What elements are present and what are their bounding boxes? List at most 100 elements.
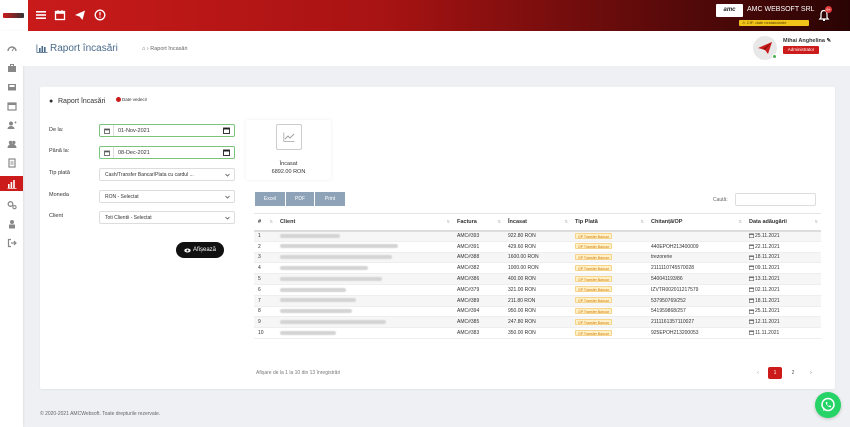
row-number: 7 <box>254 295 276 307</box>
pdf-button[interactable]: PDF <box>286 192 314 206</box>
excel-button[interactable]: Excel <box>255 192 285 206</box>
column-header-amount[interactable]: Încasat ⇅ <box>504 213 571 232</box>
role-badge: Administrator <box>783 46 819 54</box>
bar-chart-icon <box>36 44 48 53</box>
breadcrumb-current: Raport încasări <box>150 46 188 52</box>
sidebar-item-add-user[interactable] <box>0 117 23 132</box>
pagination-page-1[interactable]: 1 <box>768 367 782 379</box>
sidebar-item-inbox[interactable] <box>0 79 23 94</box>
chevron-down-icon <box>225 173 230 177</box>
calendar-icon[interactable] <box>54 9 66 21</box>
blurred-client-name <box>280 244 398 249</box>
row-date: 13.11.2021 <box>745 273 821 285</box>
app-logo[interactable] <box>0 0 28 31</box>
sidebar-item-users[interactable] <box>0 136 23 151</box>
table-row: 5 AMC#386 400.00 RON OP Transfer Bancar 5400… <box>254 273 821 285</box>
help-icon[interactable] <box>94 9 106 21</box>
sidebar-item-settings[interactable] <box>0 197 23 212</box>
column-header-invoice[interactable]: Factura ⇅ <box>453 213 504 232</box>
edit-icon[interactable]: ✎ <box>827 38 832 44</box>
payment-type-select[interactable]: Cash/Transfer Bancar/Plata cu cardul ... <box>99 168 235 181</box>
calendar-picker-icon[interactable] <box>223 127 230 134</box>
show-button[interactable]: Afișează <box>176 242 224 258</box>
stat-value: 6892.00 RON <box>271 169 306 175</box>
card-title: ● Raport încasări <box>49 98 106 105</box>
date-to-value: 08-Dec-2021 <box>118 150 150 156</box>
warning-bar: ⚠ CIF: date nestandarde <box>739 20 809 26</box>
column-header-client[interactable]: Client ⇅ <box>276 213 453 232</box>
client-label: Client <box>49 213 64 219</box>
currency-select[interactable]: RON - Selectat <box>99 190 235 203</box>
company-name[interactable]: AMC WEBSOFT SRL <box>747 6 815 13</box>
row-invoice: AMC#394 <box>453 306 504 318</box>
sidebar-item-briefcase[interactable] <box>0 60 23 75</box>
row-number: 2 <box>254 241 276 253</box>
sidebar <box>0 31 23 427</box>
row-number: 3 <box>254 252 276 264</box>
sidebar-item-calendar[interactable] <box>0 98 23 113</box>
sidebar-item-reports[interactable] <box>0 176 23 191</box>
row-date: 02.11.2021 <box>745 284 821 296</box>
payment-type-badge: OP Transfer Bancar <box>575 318 612 325</box>
dashboard-icon <box>6 45 17 51</box>
sidebar-item-document[interactable] <box>0 155 23 170</box>
row-date: 25.11.2021 <box>745 230 821 242</box>
home-icon[interactable]: ⌂ <box>142 46 145 52</box>
payment-type-badge: OP Transfer Bancar <box>575 232 612 239</box>
copyright: © 2020-2021 AMCWebsoft. Toate drepturile… <box>40 411 161 417</box>
briefcase-icon <box>7 63 16 72</box>
blurred-client-name <box>280 298 356 303</box>
telegram-icon[interactable] <box>74 9 86 21</box>
row-amount: 350.00 RON <box>504 327 571 339</box>
calendar-icon <box>6 101 17 111</box>
payment-type-value: Cash/Transfer Bancar/Plata cu cardul ... <box>105 172 194 178</box>
stat-label: Încasat <box>279 161 298 167</box>
sort-icon: ⇅ <box>564 219 568 224</box>
table-row: 8 AMC#394 950.00 RON OP Transfer Bancar 5419… <box>254 306 821 318</box>
pagination-prev[interactable]: ‹ <box>752 367 764 379</box>
row-receipt: 541959868/257 <box>647 306 745 318</box>
blurred-client-name <box>280 233 340 238</box>
row-invoice: AMC#391 <box>453 241 504 253</box>
column-header-number[interactable]: # ⇅ <box>254 213 276 232</box>
user-name[interactable]: Mihai Anghelina ✎ <box>783 38 831 44</box>
sort-icon: ⇅ <box>497 219 501 224</box>
row-invoice: AMC#383 <box>453 327 504 339</box>
row-invoice: AMC#385 <box>453 316 504 329</box>
row-date-value: 25.11.2021 <box>755 233 780 240</box>
sort-icon: ⇅ <box>269 219 273 224</box>
document-icon <box>7 157 16 168</box>
blurred-client-name <box>280 255 392 260</box>
row-client <box>276 295 453 307</box>
row-payment-type: OP Transfer Bancar <box>571 273 647 285</box>
date-from-field[interactable]: 01-Nov-2021 <box>99 124 235 137</box>
table-row: 7 AMC#389 211.80 RON OP Transfer Bancar 5379… <box>254 295 821 307</box>
calendar-icon <box>749 255 754 260</box>
print-button[interactable]: Print <box>315 192 345 206</box>
blurred-client-name <box>280 265 368 270</box>
sidebar-item-dashboard[interactable] <box>0 41 23 56</box>
pagination-next[interactable]: › <box>805 367 817 379</box>
pagination-page-2[interactable]: 2 <box>787 367 799 379</box>
date-to-field[interactable]: 08-Dec-2021 <box>99 146 235 159</box>
search-input[interactable] <box>735 193 816 206</box>
column-header-receipt[interactable]: Chitanță/OP ⇅ <box>647 213 745 232</box>
sidebar-item-logout[interactable] <box>0 235 23 250</box>
row-amount: 247.80 RON <box>504 316 571 329</box>
row-number: 6 <box>254 284 276 296</box>
company-logo-badge: amc <box>716 4 743 17</box>
calendar-icon <box>100 125 114 136</box>
sidebar-item-security[interactable] <box>0 216 23 231</box>
calendar-icon <box>749 287 754 293</box>
table-row: 4 AMC#382 1000.00 RON OP Transfer Bancar 211… <box>254 262 821 275</box>
column-header-payment-type[interactable]: Tip Plată ⇅ <box>571 213 647 232</box>
row-amount: 950.00 RON <box>504 306 571 318</box>
column-header-date[interactable]: Data adăugării ⇅ <box>745 213 821 232</box>
payment-type-badge: OP Transfer Bancar <box>575 264 612 271</box>
calendar-picker-icon[interactable] <box>223 149 230 156</box>
alert-dot-icon <box>116 97 121 103</box>
row-amount: 321.00 RON <box>504 284 571 296</box>
menu-icon[interactable] <box>35 9 47 21</box>
client-select[interactable]: Toti Clientii - Selectat <box>99 211 235 224</box>
whatsapp-button[interactable] <box>815 392 841 418</box>
